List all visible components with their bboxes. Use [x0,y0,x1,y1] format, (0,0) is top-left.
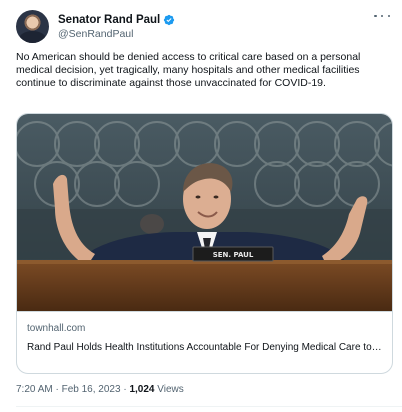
meta-separator: · [123,384,127,395]
tweet-date[interactable]: Feb 16, 2023 [62,384,121,395]
tweet-meta-line: 7:20 AM · Feb 16, 2023 · 1,024 Views [16,384,184,395]
views-label: Views [157,384,184,395]
dot [380,14,384,18]
tweet-time[interactable]: 7:20 AM [16,384,53,395]
card-meta[interactable]: townhall.com Rand Paul Holds Health Inst… [17,311,392,373]
photo-senator-hearing: SEN. PAUL [17,114,392,311]
avatar-shoulders [19,31,46,43]
dot [387,14,390,18]
author-handle[interactable]: @SenRandPaul [58,28,133,40]
meta-separator: · [55,384,59,395]
tweet-text: No American should be denied access to c… [16,51,361,89]
views-count: 1,024 [129,384,155,395]
more-options-icon[interactable] [374,10,390,22]
link-card[interactable]: SEN. PAUL townhall.com Rand Paul Holds H… [16,113,393,374]
card-domain: townhall.com [27,323,86,334]
nameplate-text: SEN. PAUL [213,251,254,259]
divider [16,406,402,407]
card-image[interactable]: SEN. PAUL [17,114,392,311]
avatar[interactable] [16,10,49,43]
author-name[interactable]: Senator Rand Paul [58,14,160,26]
card-title[interactable]: Rand Paul Holds Health Institutions Acco… [27,342,383,353]
verified-badge-icon [164,14,175,26]
dot [374,14,377,18]
author-name-line: Senator Rand Paul [58,12,175,28]
